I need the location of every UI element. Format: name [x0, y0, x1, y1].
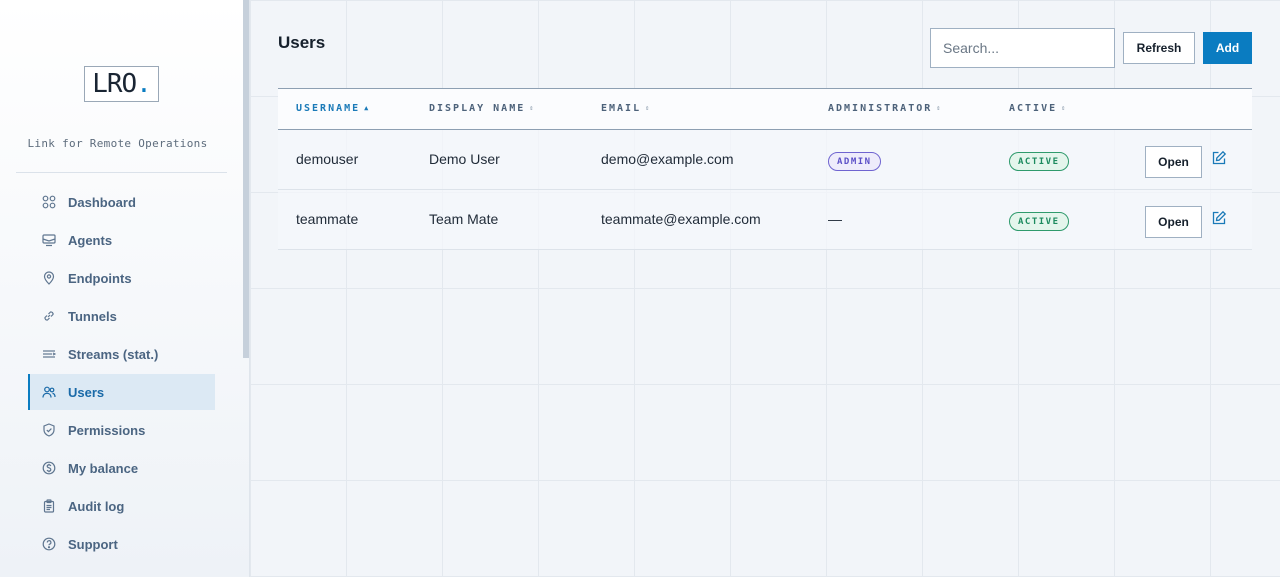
streams-icon: [42, 347, 56, 361]
cell-email: demo@example.com: [601, 151, 734, 167]
active-badge: ACTIVE: [1009, 152, 1069, 171]
column-header-administrator[interactable]: ADMINISTRATOR ⇕: [828, 103, 941, 114]
table-header: USERNAME ▲ DISPLAY NAME ⇕ EMAIL ⇕ ADMINISTR…: [278, 88, 1252, 130]
dollar-icon: [42, 461, 56, 475]
sidebar-item-agents[interactable]: Agents: [28, 222, 215, 258]
sidebar-scrollbar[interactable]: [243, 0, 249, 358]
sidebar-item-label: Agents: [68, 232, 113, 248]
sidebar-item-label: Permissions: [68, 422, 146, 438]
sidebar-item-label: Dashboard: [68, 194, 136, 210]
sort-icon: ⇕: [529, 104, 534, 112]
sidebar-item-label: Streams (stat.): [68, 346, 159, 362]
cell-display-name: Demo User: [429, 151, 500, 167]
column-header-label: USERNAME: [296, 103, 361, 114]
agents-icon: [42, 233, 56, 247]
refresh-button[interactable]: Refresh: [1123, 32, 1195, 64]
sidebar-item-permissions[interactable]: Permissions: [28, 412, 215, 448]
users-icon: [42, 385, 56, 399]
tagline: Link for Remote Operations: [27, 137, 208, 150]
dashboard-icon: [42, 195, 56, 209]
sort-icon: ⇕: [936, 104, 941, 112]
open-button[interactable]: Open: [1145, 146, 1202, 178]
column-header-active[interactable]: ACTIVE ⇕: [1009, 103, 1065, 114]
page-title: Users: [278, 33, 326, 52]
column-header-label: EMAIL: [601, 103, 642, 114]
open-button[interactable]: Open: [1145, 206, 1202, 238]
column-header-username[interactable]: USERNAME ▲: [296, 103, 368, 114]
sidebar-item-audit-log[interactable]: Audit log: [28, 488, 215, 524]
edit-icon[interactable]: [1211, 210, 1227, 226]
active-badge: ACTIVE: [1009, 212, 1069, 231]
main-content: Users Refresh Add USERNAME▲ DISPLAY NAME…: [250, 0, 1280, 577]
cell-username: demouser: [296, 151, 359, 167]
sidebar: LRO. Link for Remote Operations Dashboar…: [0, 0, 250, 577]
cell-username: teammate: [296, 211, 359, 227]
help-icon: [42, 537, 56, 551]
logo[interactable]: LRO.: [84, 66, 159, 102]
cell-display-name: Team Mate: [429, 211, 499, 227]
sidebar-item-endpoints[interactable]: Endpoints: [28, 260, 215, 296]
logo-dot: .: [136, 69, 152, 99]
sidebar-item-label: Audit log: [68, 498, 125, 514]
column-header-email[interactable]: EMAIL ⇕: [601, 103, 649, 114]
edit-icon[interactable]: [1211, 150, 1227, 166]
sidebar-item-streams[interactable]: Streams (stat.): [28, 336, 215, 372]
cell-email: teammate@example.com: [601, 211, 761, 227]
sort-asc-icon: ▲: [364, 104, 369, 112]
sidebar-item-label: Users: [68, 384, 105, 400]
logo-text: LRO: [92, 69, 137, 99]
sidebar-nav: Dashboard Agents Endpoints Tunnels Strea…: [28, 184, 215, 564]
sidebar-item-tunnels[interactable]: Tunnels: [28, 298, 215, 334]
sidebar-item-dashboard[interactable]: Dashboard: [28, 184, 215, 220]
column-header-label: ADMINISTRATOR: [828, 103, 933, 114]
admin-badge: ADMIN: [828, 152, 881, 171]
clipboard-icon: [42, 499, 56, 513]
sort-icon: ⇕: [1061, 104, 1066, 112]
column-header-label: DISPLAY NAME: [429, 103, 526, 114]
shield-icon: [42, 423, 56, 437]
add-button[interactable]: Add: [1203, 32, 1252, 64]
sidebar-item-label: Endpoints: [68, 270, 132, 286]
column-header-label: ACTIVE: [1009, 103, 1058, 114]
sidebar-divider: [16, 172, 227, 173]
users-table: USERNAME ▲ DISPLAY NAME ⇕ EMAIL ⇕ ADMINISTR…: [278, 88, 1252, 250]
cell-administrator: —: [828, 211, 842, 227]
table-row: demouser Demo User demo@example.com ADMI…: [278, 130, 1252, 190]
sidebar-item-support[interactable]: Support: [28, 526, 215, 562]
sidebar-item-label: My balance: [68, 460, 139, 476]
search-input[interactable]: [930, 28, 1115, 68]
sidebar-item-label: Tunnels: [68, 308, 117, 324]
sidebar-item-balance[interactable]: My balance: [28, 450, 215, 486]
link-icon: [42, 309, 56, 323]
table-row: teammate Team Mate teammate@example.com …: [278, 190, 1252, 250]
column-header-display-name[interactable]: DISPLAY NAME ⇕: [429, 103, 533, 114]
sidebar-item-label: Support: [68, 536, 118, 552]
map-pin-icon: [42, 271, 56, 285]
sidebar-item-users[interactable]: Users: [28, 374, 215, 410]
sort-icon: ⇕: [645, 104, 650, 112]
